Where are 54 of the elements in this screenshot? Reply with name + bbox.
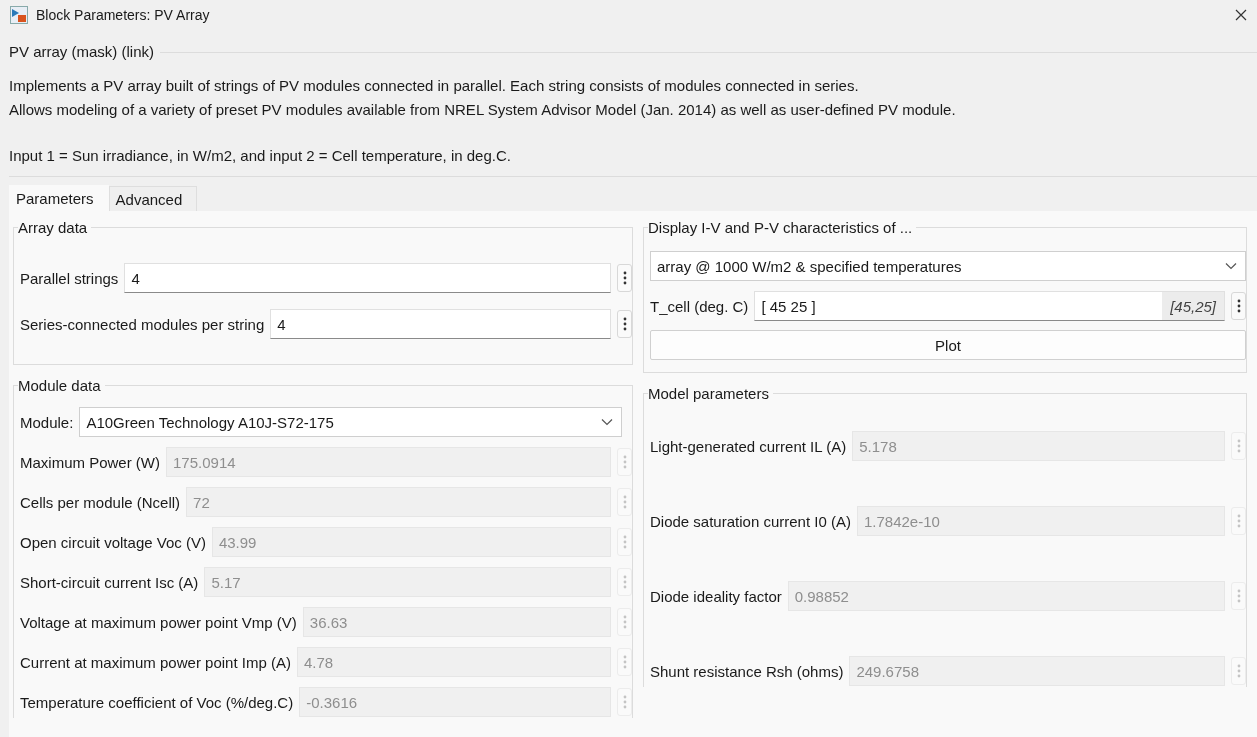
mask-title: PV array (mask) (link) bbox=[9, 42, 154, 62]
more-icon bbox=[622, 615, 627, 629]
more-icon bbox=[622, 495, 627, 509]
field-label: T_cell (deg. C) bbox=[650, 297, 749, 315]
field-label: Cells per module (Ncell) bbox=[20, 493, 181, 511]
field-label: Series-connected modules per string bbox=[20, 315, 265, 333]
field-label: Temperature coefficient of Voc (%/deg.C) bbox=[20, 693, 294, 711]
close-icon[interactable] bbox=[1235, 9, 1247, 21]
field-label: Diode saturation current I0 (A) bbox=[650, 512, 851, 530]
more-icon bbox=[622, 695, 627, 709]
more-options-button[interactable] bbox=[617, 264, 632, 292]
description-text: Implements a PV array built of strings of PV modules connected in parallel. Each string consists of modules connected in series. bbox=[9, 76, 860, 96]
more-icon bbox=[622, 575, 627, 589]
field-label: Short-circuit current Isc (A) bbox=[20, 573, 199, 591]
input-field[interactable]: 4 bbox=[124, 263, 611, 293]
field-label: Parallel strings bbox=[20, 269, 119, 287]
more-icon bbox=[622, 317, 627, 331]
group-title: Display I-V and P-V characteristics of ... bbox=[648, 219, 914, 236]
field-label: Shunt resistance Rsh (ohms) bbox=[650, 662, 844, 680]
app-icon bbox=[10, 6, 28, 24]
group-title: Array data bbox=[18, 219, 89, 236]
more-icon bbox=[622, 655, 627, 669]
more-icon bbox=[1236, 589, 1241, 603]
field-label: Current at maximum power point Imp (A) bbox=[20, 653, 291, 671]
tab[interactable]: Advanced bbox=[108, 186, 198, 211]
input-note: Input 1 = Sun irradiance, in W/m2, and input 2 = Cell temperature, in deg.C. bbox=[9, 146, 512, 166]
input-field[interactable]: 4 bbox=[270, 309, 611, 339]
evaluated-value: [45,25] bbox=[1162, 292, 1224, 320]
field-label: Light-generated current IL (A) bbox=[650, 437, 847, 455]
more-icon bbox=[1236, 299, 1241, 313]
group-title: Module data bbox=[18, 377, 102, 394]
more-icon bbox=[622, 455, 627, 469]
more-icon bbox=[622, 271, 627, 285]
module-dropdown[interactable]: A10Green Technology A10J-S72-175 bbox=[79, 407, 622, 437]
tab[interactable]: Parameters bbox=[9, 185, 109, 211]
plot-button[interactable]: Plot bbox=[650, 330, 1246, 360]
more-options-button[interactable] bbox=[617, 310, 632, 338]
input-field[interactable]: [ 45 25 ] [45,25] bbox=[754, 291, 1225, 321]
field-label: Module: bbox=[20, 413, 74, 431]
field-label: Diode ideality factor bbox=[650, 587, 782, 605]
description-text: Allows modeling of a variety of preset PV modules available from NREL System Advisor Model (Jan. 2014) as well as user-defined PV module. bbox=[9, 100, 957, 120]
more-icon bbox=[1236, 664, 1241, 678]
more-icon bbox=[1236, 514, 1241, 528]
field-label: Maximum Power (W) bbox=[20, 453, 160, 471]
more-icon bbox=[1236, 439, 1241, 453]
field-label: Open circuit voltage Voc (V) bbox=[20, 533, 206, 551]
group-title: Model parameters bbox=[648, 385, 770, 402]
chevron-down-icon bbox=[601, 418, 613, 426]
chevron-down-icon bbox=[1225, 262, 1237, 270]
field-label: Voltage at maximum power point Vmp (V) bbox=[20, 613, 297, 631]
more-icon bbox=[622, 535, 627, 549]
characteristics-dropdown[interactable]: array @ 1000 W/m2 & specified temperatures bbox=[650, 251, 1246, 281]
window-title: Block Parameters: PV Array bbox=[36, 7, 211, 23]
more-options-button[interactable] bbox=[1231, 292, 1246, 320]
